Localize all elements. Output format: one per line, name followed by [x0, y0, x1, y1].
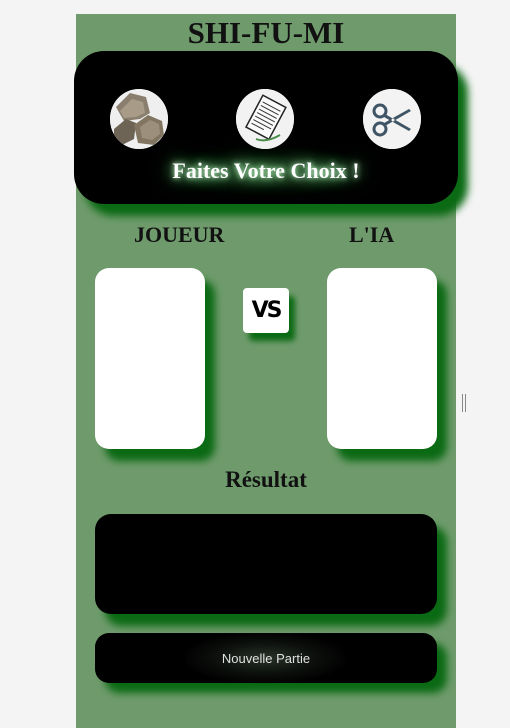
vs-badge: VS [243, 288, 289, 333]
ai-card [327, 268, 437, 449]
resize-handle[interactable] [462, 394, 466, 412]
rock-icon [110, 89, 168, 149]
result-box [95, 514, 437, 614]
app-title: SHI-FU-MI [187, 15, 345, 50]
player-card [95, 268, 205, 449]
ai-label: L'IA [349, 222, 395, 247]
choice-panel: Faites Votre Choix ! [74, 51, 458, 204]
choose-prompt: Faites Votre Choix ! [172, 158, 360, 183]
scissors-button[interactable] [363, 89, 421, 149]
new-game-label: Nouvelle Partie [221, 650, 311, 666]
result-title: Résultat [225, 467, 307, 492]
paper-button[interactable] [236, 89, 294, 149]
scissors-icon [363, 89, 421, 149]
new-game-button[interactable]: Nouvelle Partie [95, 633, 437, 683]
rock-button[interactable] [110, 89, 168, 149]
game-container: SHI-FU-MI Faites Votre Choix ! JOUEUR L'… [74, 14, 458, 728]
player-label: JOUEUR [134, 222, 225, 247]
paper-icon [236, 89, 294, 149]
